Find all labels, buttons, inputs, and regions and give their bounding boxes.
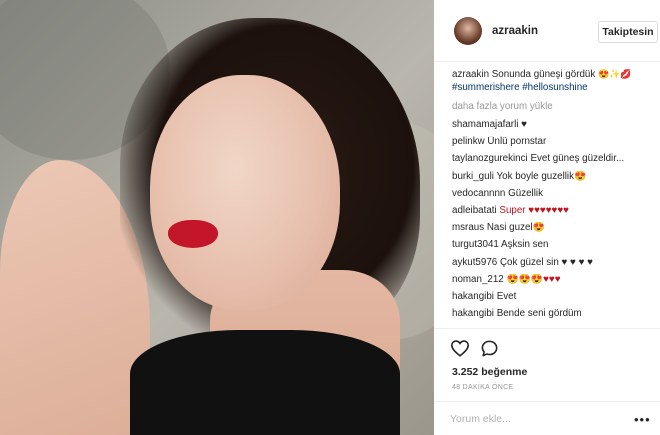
- list-item: adleibatati Super ♥♥♥♥♥♥♥: [452, 205, 656, 217]
- comment-username[interactable]: hakangibi: [452, 308, 494, 319]
- list-item: vedocannnn Güzellik: [452, 188, 656, 200]
- username-link[interactable]: azraakin: [492, 25, 538, 37]
- black-top: [130, 330, 400, 435]
- avatar[interactable]: [454, 17, 482, 45]
- list-item: pelinkw Ünlü pornstar: [452, 136, 656, 148]
- comment-text: Çok güzel sin ♥ ♥ ♥ ♥: [499, 256, 593, 268]
- comment-text: Evet güneş güzeldir...: [530, 153, 625, 165]
- speech-bubble-icon[interactable]: [480, 339, 499, 363]
- more-options-icon[interactable]: •••: [634, 412, 651, 427]
- caption-hashtags[interactable]: #summerishere #hellosunshine: [452, 82, 588, 93]
- comment-text: 😍😍😍♥♥♥: [506, 273, 561, 285]
- comment-username[interactable]: pelinkw: [452, 136, 485, 147]
- comment-username[interactable]: vedocannnn: [452, 188, 505, 199]
- comment-username[interactable]: hakangibi: [452, 291, 494, 302]
- comment-username[interactable]: adleibatati: [452, 205, 497, 216]
- comment-username[interactable]: taylanozgurekinci: [452, 153, 528, 164]
- comment-username[interactable]: shamamajafarli: [452, 119, 518, 130]
- add-comment-area: •••: [434, 401, 660, 435]
- post-photo[interactable]: [0, 0, 434, 435]
- following-button[interactable]: Takiptesin: [598, 21, 658, 43]
- comment-text: Evet: [496, 290, 517, 302]
- post-caption: azraakin Sonunda güneşi gördük 😍✨💋 #summ…: [452, 68, 656, 94]
- list-item: hakangibi Evet: [452, 291, 656, 303]
- comment-username[interactable]: msraus: [452, 222, 484, 233]
- heart-outline-icon[interactable]: [450, 339, 470, 362]
- caption-username[interactable]: azraakin: [452, 69, 489, 80]
- list-item: taylanozgurekinci Evet güneş güzeldir...: [452, 153, 656, 165]
- post-header: azraakin Takiptesin: [434, 0, 660, 62]
- caption-text: Sonunda güneşi gördük: [491, 69, 596, 80]
- comment-text: Super ♥♥♥♥♥♥♥: [499, 204, 569, 216]
- list-item: turgut3041 Aşksin sen: [452, 239, 656, 251]
- comment-username[interactable]: turgut3041: [452, 239, 499, 250]
- list-item: burki_guli Yok boyle guzellik😍: [452, 171, 656, 183]
- lips: [168, 220, 218, 248]
- comment-text: Bende seni gördüm: [496, 308, 582, 320]
- comment-text: ♥: [521, 119, 527, 130]
- comment-text: Aşksin sen: [501, 239, 549, 251]
- list-item: shamamajafarli ♥: [452, 119, 656, 131]
- comment-text: Güzellik: [508, 187, 543, 199]
- comments-list: azraakin Sonunda güneşi gördük 😍✨💋 #summ…: [452, 68, 656, 325]
- list-item: aykut5976 Çok güzel sin ♥ ♥ ♥ ♥: [452, 257, 656, 269]
- comment-input[interactable]: [450, 411, 610, 427]
- post-side-panel: azraakin Takiptesin azraakin Sonunda gün…: [434, 0, 660, 435]
- comment-username[interactable]: aykut5976: [452, 257, 497, 268]
- comment-username[interactable]: burki_guli: [452, 171, 494, 182]
- face: [150, 75, 340, 310]
- comment-username[interactable]: noman_212: [452, 274, 504, 285]
- comment-text: Nasi guzel😍: [486, 222, 545, 234]
- post-actions: 3.252 beğenme 48 DAKİKA ÖNCE •••: [434, 328, 660, 435]
- post-timestamp: 48 DAKİKA ÖNCE: [452, 384, 514, 391]
- likes-count[interactable]: 3.252 beğenme: [452, 366, 527, 378]
- list-item: noman_212 😍😍😍♥♥♥: [452, 274, 656, 286]
- list-item: hakangibi Bende seni gördüm: [452, 308, 656, 320]
- list-item: msraus Nasi guzel😍: [452, 222, 656, 234]
- load-more-comments[interactable]: daha fazla yorum yükle: [452, 101, 656, 112]
- comment-text: Ünlü pornstar: [487, 136, 547, 148]
- comment-text: Yok boyle guzellik😍: [496, 170, 587, 182]
- caption-emoji: 😍✨💋: [598, 69, 632, 79]
